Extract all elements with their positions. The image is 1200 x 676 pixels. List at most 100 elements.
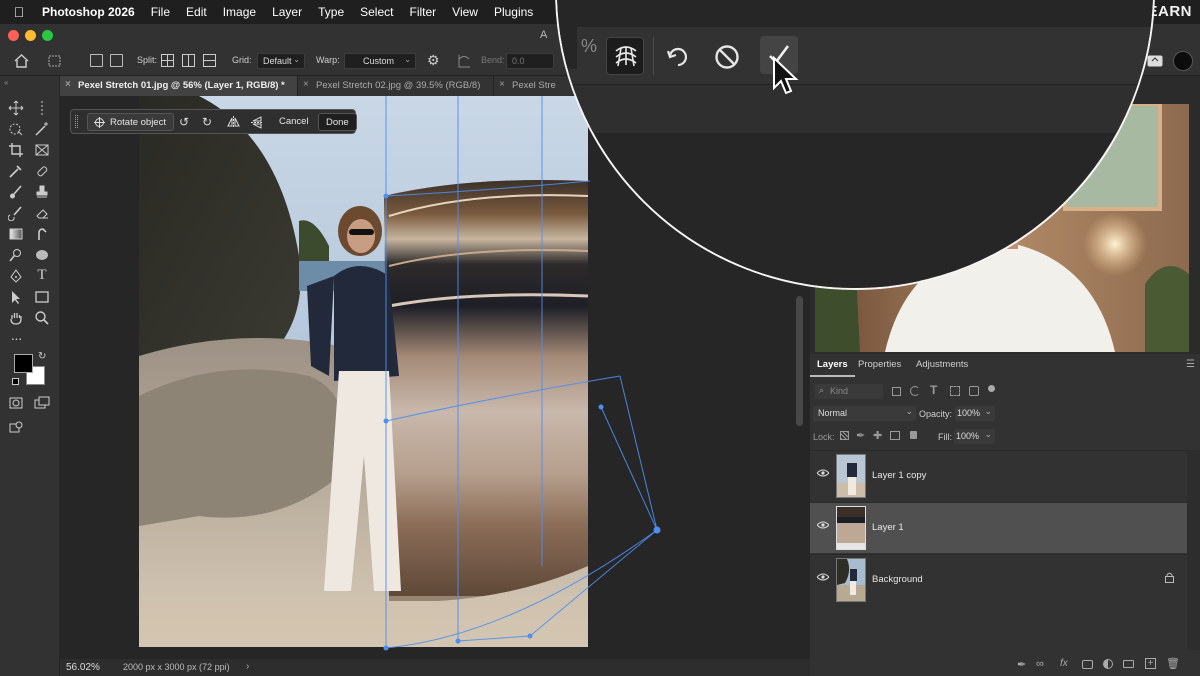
lock-pixels-icon[interactable]: ✒ xyxy=(856,429,865,442)
eyedropper-icon[interactable] xyxy=(8,163,24,179)
split-cross-icon[interactable] xyxy=(161,54,174,67)
rectangle-tool-icon[interactable] xyxy=(34,289,50,305)
fill-input[interactable]: 100% ⌄ xyxy=(954,429,995,444)
rotate-left-icon[interactable]: ↺ xyxy=(179,115,189,129)
chevron-right-icon[interactable]: › xyxy=(246,661,249,672)
close-icon[interactable]: × xyxy=(303,79,309,90)
frame-tool-icon[interactable] xyxy=(34,142,50,158)
close-window-button[interactable] xyxy=(8,30,19,41)
layer-row-background[interactable]: Background xyxy=(810,554,1187,605)
drag-handle[interactable] xyxy=(75,115,78,128)
object-selection-icon[interactable] xyxy=(8,121,24,137)
warp-mode-button[interactable] xyxy=(606,37,644,75)
menu-select[interactable]: Select xyxy=(352,5,401,19)
smudge-tool-icon[interactable] xyxy=(34,226,50,242)
artboard-tool-icon[interactable] xyxy=(34,100,50,116)
eye-icon[interactable] xyxy=(817,521,829,529)
filter-shape-icon[interactable] xyxy=(950,386,960,396)
dodge-tool-icon[interactable] xyxy=(8,247,24,263)
grid-select[interactable]: Default ⌄ xyxy=(257,53,305,69)
gradient-tool-icon[interactable] xyxy=(8,226,24,242)
eye-icon[interactable] xyxy=(817,469,829,477)
home-icon[interactable] xyxy=(14,54,29,68)
filter-kind-select[interactable]: ⌕ Kind xyxy=(815,384,883,399)
menu-file[interactable]: File xyxy=(143,5,178,19)
menu-plugins[interactable]: Plugins xyxy=(486,5,541,19)
screen-mode-icon[interactable] xyxy=(34,395,50,411)
cancel-transform-icon[interactable] xyxy=(713,43,741,71)
rotate-right-icon[interactable]: ↻ xyxy=(202,115,212,129)
eye-icon[interactable] xyxy=(817,573,829,581)
path-selection-icon[interactable] xyxy=(8,289,24,305)
collapse-icon[interactable]: « xyxy=(4,78,8,87)
apple-icon[interactable]:  xyxy=(0,4,38,20)
clone-stamp-icon[interactable] xyxy=(34,184,50,200)
lock-artboard-icon[interactable] xyxy=(890,431,900,440)
lock-transparent-icon[interactable] xyxy=(840,431,849,440)
type-tool-icon[interactable]: T xyxy=(34,267,50,283)
brush-icon[interactable]: ✒ xyxy=(1017,658,1026,671)
rotate-object-button[interactable]: Rotate object xyxy=(87,113,174,131)
maximize-window-button[interactable] xyxy=(42,30,53,41)
menu-layer[interactable]: Layer xyxy=(264,5,310,19)
tab-adjustments[interactable]: Adjustments xyxy=(916,359,968,370)
menu-edit[interactable]: Edit xyxy=(178,5,215,19)
reference-point-icon[interactable] xyxy=(90,54,103,67)
split-vertical-icon[interactable] xyxy=(182,54,195,67)
transform-icon[interactable] xyxy=(47,54,62,68)
sponge-tool-icon[interactable] xyxy=(34,247,50,263)
healing-brush-icon[interactable] xyxy=(34,163,50,179)
default-colors-icon[interactable] xyxy=(12,378,19,385)
eraser-icon[interactable] xyxy=(34,205,50,221)
edit-toolbar-icon[interactable] xyxy=(8,419,24,435)
avatar[interactable] xyxy=(1173,51,1193,71)
done-button[interactable]: Done xyxy=(318,113,357,131)
brush-tool-icon[interactable] xyxy=(8,184,24,200)
move-tool-icon[interactable] xyxy=(8,100,24,116)
close-icon[interactable]: × xyxy=(499,79,505,90)
gear-icon[interactable]: ⚙ xyxy=(427,52,440,69)
filter-toggle-icon[interactable] xyxy=(988,385,995,392)
layer-row-layer-1-copy[interactable]: Layer 1 copy xyxy=(810,450,1187,501)
menu-view[interactable]: View xyxy=(444,5,486,19)
menu-filter[interactable]: Filter xyxy=(401,5,444,19)
history-brush-icon[interactable] xyxy=(8,205,24,221)
cancel-button[interactable]: Cancel xyxy=(272,113,316,131)
link-layers-icon[interactable]: ∞ xyxy=(1036,658,1044,670)
new-layer-icon[interactable]: + xyxy=(1145,658,1156,669)
lock-position-icon[interactable]: ✚ xyxy=(873,429,882,442)
reset-icon[interactable] xyxy=(665,44,691,70)
minimize-window-button[interactable] xyxy=(25,30,36,41)
warp-orientation-icon[interactable] xyxy=(457,54,471,68)
menu-type[interactable]: Type xyxy=(310,5,352,19)
reference-grid-icon[interactable] xyxy=(110,54,123,67)
group-folder-icon[interactable] xyxy=(1123,660,1134,668)
filter-type-icon[interactable]: T xyxy=(930,383,937,397)
filter-adjustment-icon[interactable] xyxy=(910,386,920,396)
layer-row-layer-1[interactable]: Layer 1 xyxy=(810,502,1187,553)
flip-vertical-icon[interactable] xyxy=(251,116,263,129)
magic-wand-icon[interactable] xyxy=(34,121,50,137)
tab-document-1[interactable]: × Pexel Stretch 01.jpg @ 56% (Layer 1, RG… xyxy=(60,76,298,96)
hand-tool-icon[interactable] xyxy=(8,310,24,326)
layers-scrollbar[interactable] xyxy=(1187,450,1200,650)
trash-icon[interactable]: 🗑 xyxy=(1166,657,1180,670)
split-horizontal-icon[interactable] xyxy=(203,54,216,67)
zoom-tool-icon[interactable] xyxy=(34,310,50,326)
layer-effects-icon[interactable]: fx xyxy=(1060,658,1068,669)
lock-all-icon[interactable] xyxy=(910,431,917,439)
close-icon[interactable]: × xyxy=(65,79,71,90)
add-mask-icon[interactable] xyxy=(1082,660,1093,669)
filter-pixel-icon[interactable] xyxy=(892,387,901,396)
tab-layers[interactable]: Layers xyxy=(817,359,848,370)
tab-properties[interactable]: Properties xyxy=(858,359,901,370)
panel-menu-icon[interactable]: ☰ xyxy=(1186,359,1195,370)
crop-tool-icon[interactable] xyxy=(8,142,24,158)
tab-document-2[interactable]: × Pexel Stretch 02.jpg @ 39.5% (RGB/8) xyxy=(298,76,494,96)
swap-colors-icon[interactable]: ↻ xyxy=(38,351,46,362)
zoom-level[interactable]: 56.02% xyxy=(66,662,100,673)
menu-image[interactable]: Image xyxy=(215,5,264,19)
menu-app-name[interactable]: Photoshop 2026 xyxy=(38,5,143,19)
bend-input[interactable]: 0.0 xyxy=(506,53,554,69)
flip-horizontal-icon[interactable] xyxy=(227,116,240,128)
